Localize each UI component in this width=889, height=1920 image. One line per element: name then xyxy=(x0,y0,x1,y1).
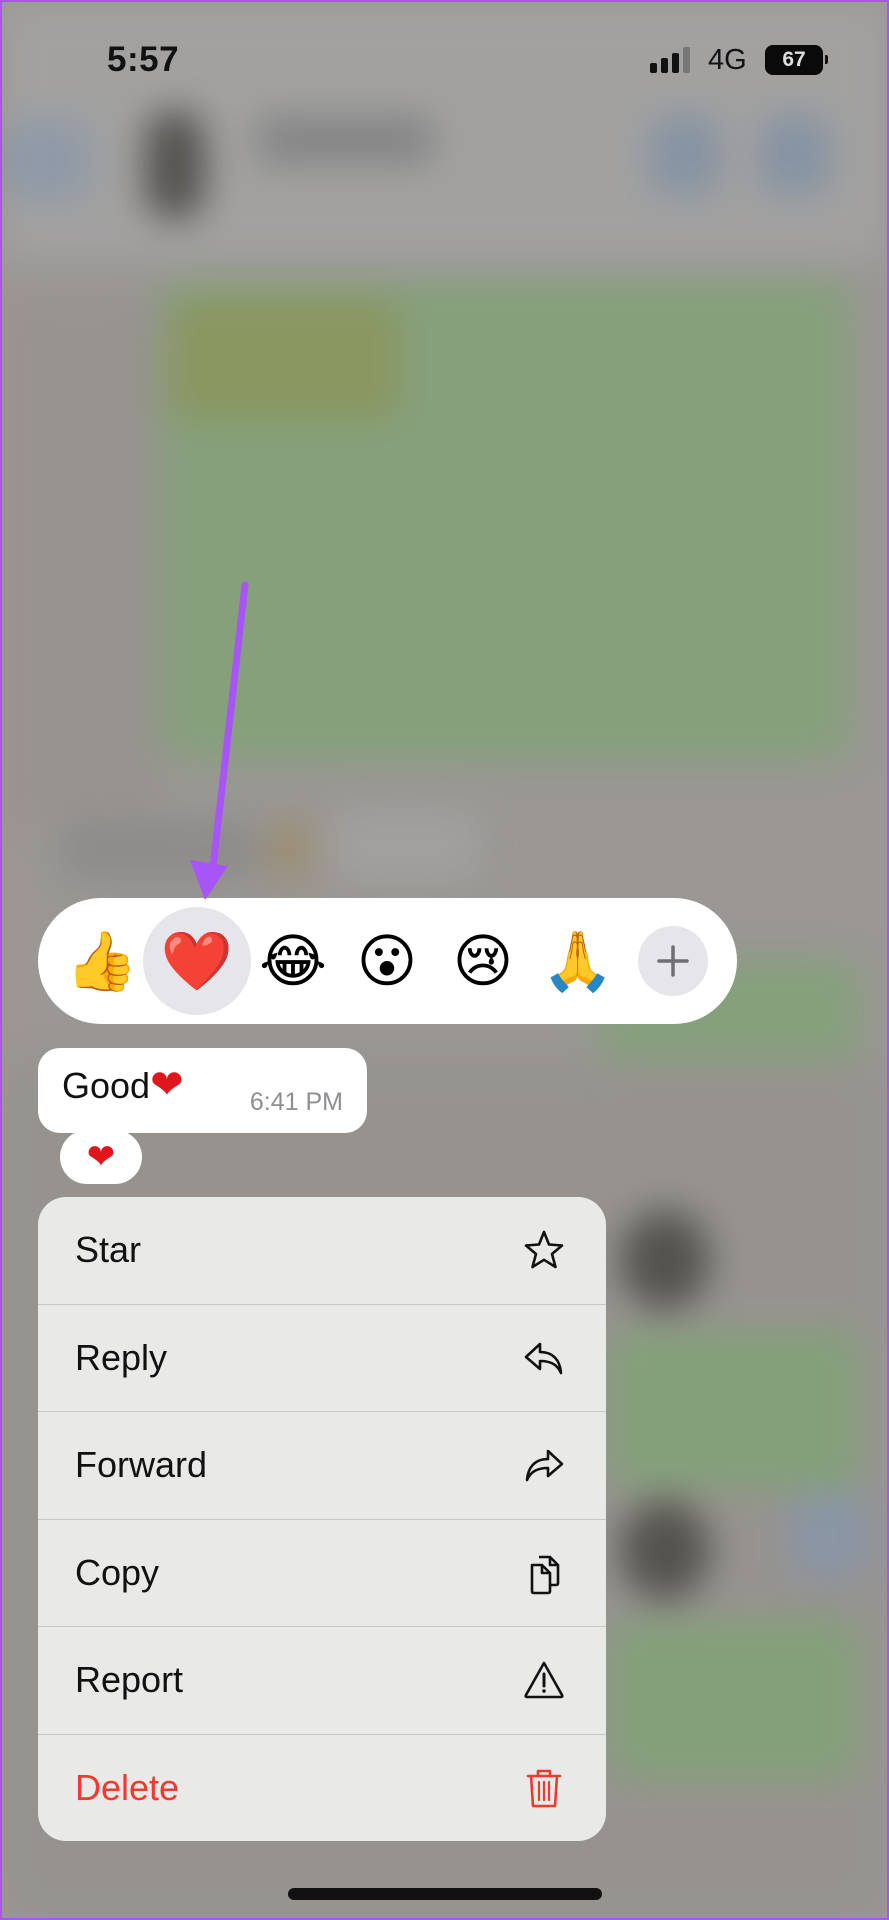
reaction-crying[interactable]: 😢 xyxy=(433,911,533,1011)
add-reaction-button[interactable] xyxy=(638,926,708,996)
folded-hands-icon: 🙏 xyxy=(541,927,615,995)
battery-icon: 67 xyxy=(765,45,823,75)
reaction-red-heart[interactable]: ❤️ xyxy=(143,907,251,1015)
message-bubble[interactable]: Good❤ 6:41 PM xyxy=(38,1048,367,1133)
menu-item-label: Copy xyxy=(75,1551,160,1593)
copy-icon xyxy=(530,1555,560,1595)
message-text-container: Good❤ xyxy=(62,1062,184,1108)
reaction-surprised[interactable]: 😮 xyxy=(337,911,437,1011)
menu-item-label: Report xyxy=(75,1659,184,1701)
reaction-bar: 👍 ❤️ 😂 😮 😢 🙏 xyxy=(38,898,737,1024)
cellular-signal-icon xyxy=(650,47,694,73)
home-indicator[interactable] xyxy=(288,1888,602,1900)
menu-item-label: Delete xyxy=(75,1767,180,1809)
status-bar: 5:57 4G 67 xyxy=(0,0,889,120)
menu-item-star[interactable]: Star xyxy=(38,1197,606,1305)
reaction-thumbs-up[interactable]: 👍 xyxy=(52,911,152,1011)
heart-icon: ❤ xyxy=(86,1138,116,1176)
status-time: 5:57 xyxy=(107,40,180,79)
crying-face-icon: 😢 xyxy=(452,927,514,995)
warning-icon xyxy=(524,1661,564,1699)
message-timestamp: 6:41 PM xyxy=(249,1088,343,1116)
trash-icon xyxy=(526,1769,562,1808)
plus-icon xyxy=(657,945,689,977)
surprised-face-icon: 😮 xyxy=(356,927,418,995)
message-text: Good xyxy=(62,1065,151,1106)
heart-emoji: ❤ xyxy=(150,1063,184,1107)
menu-item-label: Reply xyxy=(75,1336,168,1378)
heart-icon: ❤️ xyxy=(160,927,234,995)
forward-icon xyxy=(525,1449,564,1482)
star-icon xyxy=(524,1230,564,1269)
menu-item-label: Star xyxy=(75,1229,142,1271)
message-reaction-badge[interactable]: ❤ xyxy=(60,1130,142,1184)
network-type: 4G xyxy=(708,44,747,76)
tears-of-joy-icon: 😂 xyxy=(259,927,327,995)
reaction-tears-of-joy[interactable]: 😂 xyxy=(243,911,343,1011)
menu-item-copy[interactable]: Copy xyxy=(38,1520,606,1627)
reply-icon xyxy=(524,1342,563,1375)
reaction-folded-hands[interactable]: 🙏 xyxy=(528,911,628,1011)
battery-cap xyxy=(825,55,828,64)
thumbs-up-icon: 👍 xyxy=(65,927,139,995)
menu-item-forward[interactable]: Forward xyxy=(38,1412,606,1520)
menu-item-reply[interactable]: Reply xyxy=(38,1305,606,1412)
menu-item-label: Forward xyxy=(75,1444,208,1486)
menu-item-delete[interactable]: Delete xyxy=(38,1735,606,1842)
menu-item-report[interactable]: Report xyxy=(38,1627,606,1735)
context-menu: Star Reply Forward Copy Report Delete xyxy=(38,1197,606,1841)
